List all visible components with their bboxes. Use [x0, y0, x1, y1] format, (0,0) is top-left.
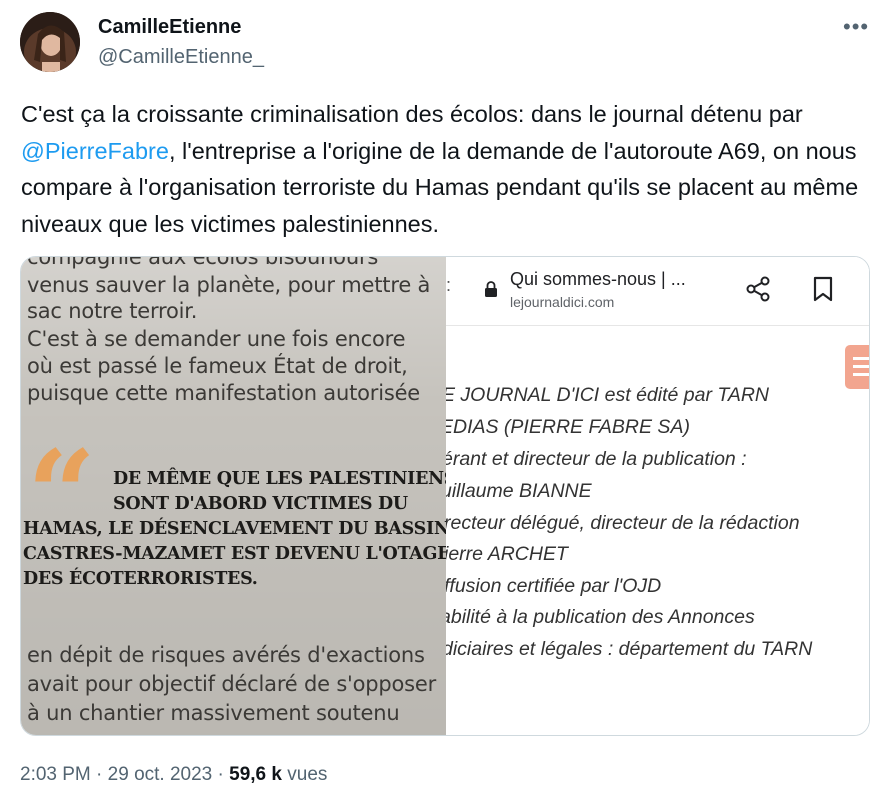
quote-line: CASTRES-MAZAMET EST DEVENU L'OTAGE — [23, 544, 446, 564]
site-text-line: érant et directeur de la publication : — [446, 448, 747, 470]
site-text-line: ffusion certifiée par l'OJD — [446, 575, 662, 597]
quote-line: HAMAS, LE DÉSENCLAVEMENT DU BASSIN — [23, 519, 446, 539]
newspaper-line: venus sauver la planète, pour mettre à — [27, 273, 431, 297]
newspaper-line: avait pour objectif déclaré de s'opposer — [27, 672, 437, 696]
newspaper-line: C'est à se demander une fois encore — [27, 327, 406, 351]
views-count: 59,6 k — [229, 764, 282, 785]
tweet-text-part: C'est ça la croissante criminalisation d… — [21, 101, 803, 127]
tweet-date[interactable]: 29 oct. 2023 — [108, 764, 213, 785]
site-text-line: uillaume BIANNE — [446, 480, 592, 502]
site-text-line: diciaires et légales : département du TA… — [446, 638, 813, 660]
lock-icon — [485, 281, 497, 297]
newspaper-line: à un chantier massivement soutenu — [27, 701, 400, 725]
orange-menu-tab — [845, 345, 869, 389]
share-icon — [746, 276, 770, 302]
newspaper-line: où est passé le fameux État de droit, — [27, 354, 408, 378]
newspaper-line: en dépit de risques avérés d'exactions — [27, 643, 425, 667]
site-text-line: EDIAS (PIERRE FABRE SA) — [446, 416, 690, 438]
newspaper-line: sac notre terroir. — [27, 299, 198, 323]
tweet-text: C'est ça la croissante criminalisation d… — [21, 96, 871, 242]
display-name[interactable]: CamilleEtienne — [98, 16, 241, 39]
site-text-line: E JOURNAL D'ICI est édité par TARN — [446, 384, 770, 406]
avatar-photo — [20, 12, 80, 72]
tweet-time[interactable]: 2:03 PM — [20, 764, 91, 785]
avatar[interactable] — [20, 12, 80, 72]
quote-line: DE MÊME QUE LES PALESTINIENS — [113, 469, 446, 489]
browser-page-title: Qui sommes-nous | ... — [510, 269, 686, 289]
browser-screenshot: : Qui sommes-nous | ... lejournaldici.co… — [446, 257, 869, 735]
browser-address-bar: : Qui sommes-nous | ... lejournaldici.co… — [446, 257, 869, 326]
address-edge: : — [446, 275, 452, 295]
quote-line: DES ÉCOTERRORISTES. — [23, 569, 258, 589]
newspaper-clipping: compagnie aux écolos bisounours venus sa… — [21, 257, 446, 735]
bookmark-icon — [813, 276, 833, 302]
site-text-line: recteur délégué, directeur de la rédacti… — [446, 512, 800, 534]
mention-link[interactable]: @PierreFabre — [21, 138, 169, 164]
newspaper-line: compagnie aux écolos bisounours — [27, 257, 379, 269]
tweet-media-image[interactable]: compagnie aux écolos bisounours venus sa… — [20, 256, 870, 736]
browser-domain: lejournaldici.com — [510, 294, 615, 310]
site-text-line: abilité à la publication des Annonces — [446, 606, 755, 628]
user-handle[interactable]: @CamilleEtienne_ — [98, 46, 264, 69]
tweet-meta: 2:03 PM · 29 oct. 2023 · 59,6 k vues — [20, 764, 328, 785]
site-text-line: ierre ARCHET — [446, 543, 568, 565]
ellipsis-icon[interactable]: ••• — [843, 14, 869, 40]
views-label: vues — [287, 764, 328, 785]
quote-line: SONT D'ABORD VICTIMES DU — [113, 494, 408, 514]
newspaper-line: puisque cette manifestation autorisée — [27, 381, 421, 405]
